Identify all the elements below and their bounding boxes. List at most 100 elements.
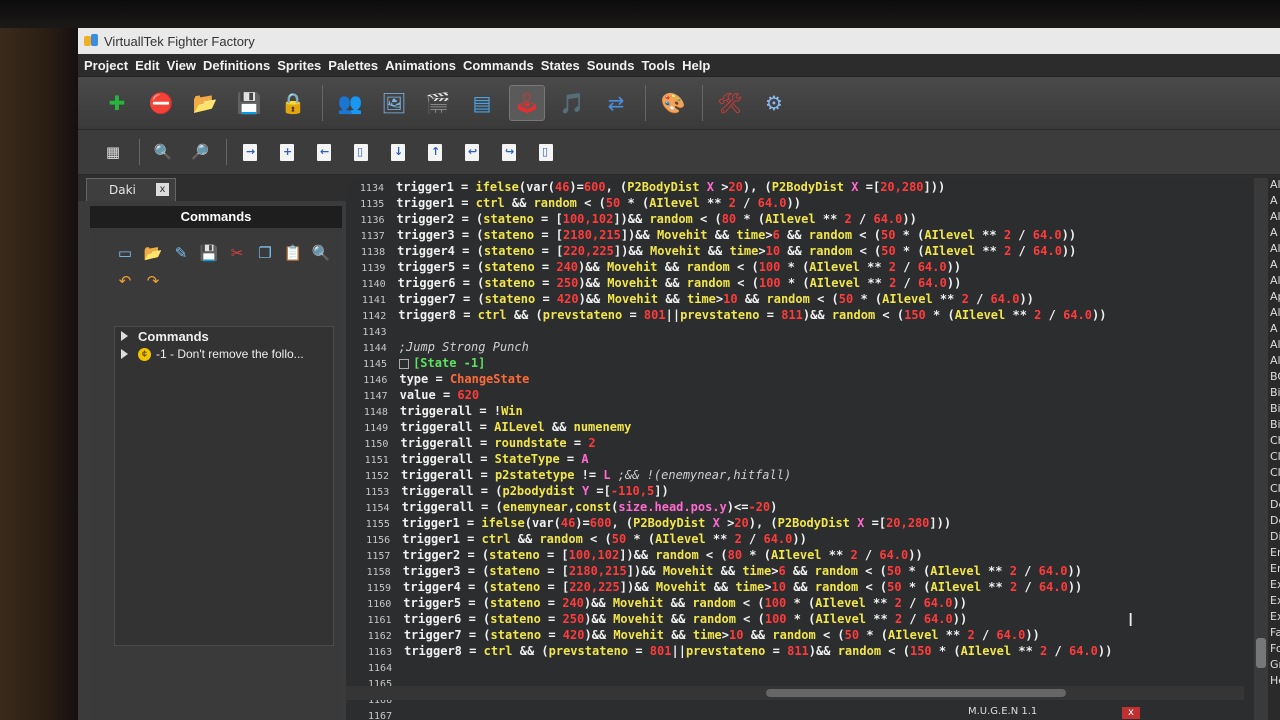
open-icon[interactable]: 📂 xyxy=(142,242,164,264)
horizontal-scroll-thumb[interactable] xyxy=(766,689,1066,697)
right-list-item[interactable]: Fa xyxy=(1268,626,1280,642)
animations-icon[interactable]: 🎬 xyxy=(421,86,455,120)
menu-definitions[interactable]: Definitions xyxy=(203,58,270,73)
horizontal-scrollbar[interactable] xyxy=(346,686,1244,700)
sprites-icon[interactable]: 🖼 xyxy=(377,86,411,120)
right-list-item[interactable]: Al xyxy=(1268,210,1280,226)
right-list-item[interactable]: He xyxy=(1268,674,1280,690)
cut-icon[interactable]: ✂ xyxy=(226,242,248,264)
right-list-item[interactable]: Exp xyxy=(1268,578,1280,594)
undo-icon[interactable]: ↶ xyxy=(114,270,136,292)
zoom-in-icon[interactable]: 🔍 xyxy=(150,139,176,165)
right-list-item[interactable]: Bir xyxy=(1268,418,1280,434)
doc-blank-icon[interactable]: ▯ xyxy=(533,139,559,165)
right-list-item[interactable]: A xyxy=(1268,258,1280,274)
right-list-item[interactable]: De xyxy=(1268,498,1280,514)
doc-arrow-icon[interactable]: → xyxy=(237,139,263,165)
doc-icon[interactable]: ▯ xyxy=(348,139,374,165)
new-icon[interactable]: ▭ xyxy=(114,242,136,264)
menu-project[interactable]: Project xyxy=(84,58,128,73)
right-list-item[interactable]: A xyxy=(1268,322,1280,338)
right-list-item[interactable]: Ch xyxy=(1268,434,1280,450)
characters-icon[interactable]: 👥 xyxy=(333,86,367,120)
vertical-scroll-thumb[interactable] xyxy=(1256,638,1266,668)
line-number: 1163 xyxy=(368,647,393,658)
menu-sprites[interactable]: Sprites xyxy=(277,58,321,73)
right-list-item[interactable]: BG xyxy=(1268,370,1280,386)
zoom-search-icon[interactable]: 🔎 xyxy=(187,139,213,165)
right-list-item[interactable]: Bir xyxy=(1268,386,1280,402)
doc-edit-icon[interactable]: ← xyxy=(311,139,337,165)
right-list-item[interactable]: De xyxy=(1268,514,1280,530)
find-icon[interactable]: 🔍 xyxy=(310,242,332,264)
fold-toggle-icon[interactable] xyxy=(399,358,410,369)
settings-icon[interactable]: ⚙ xyxy=(757,86,791,120)
right-list-item[interactable]: En xyxy=(1268,546,1280,562)
right-list-item[interactable]: Bir xyxy=(1268,402,1280,418)
doc-down-icon[interactable]: ↓ xyxy=(385,139,411,165)
menu-help[interactable]: Help xyxy=(682,58,710,73)
menu-palettes[interactable]: Palettes xyxy=(328,58,378,73)
right-list-item[interactable]: Al xyxy=(1268,178,1280,194)
right-list-item[interactable]: A xyxy=(1268,226,1280,242)
right-list-item[interactable]: Exp xyxy=(1268,594,1280,610)
sounds-icon[interactable]: 🎵 xyxy=(555,86,589,120)
remove-icon[interactable]: ⛔ xyxy=(144,86,178,120)
right-list-item[interactable]: En xyxy=(1268,562,1280,578)
states-icon[interactable]: ▤ xyxy=(465,86,499,120)
right-list-item[interactable]: Al xyxy=(1268,274,1280,290)
taskbar-item[interactable]: M.U.G.E.N 1.1 xyxy=(968,706,1037,720)
tree-item[interactable]: ¢ -1 - Don't remove the follo... xyxy=(115,345,333,363)
right-list-item[interactable]: Cl xyxy=(1268,482,1280,498)
copy-icon[interactable]: ❐ xyxy=(254,242,276,264)
right-list-item[interactable]: Cl xyxy=(1268,466,1280,482)
add-icon[interactable]: ✚ xyxy=(100,86,134,120)
menu-view[interactable]: View xyxy=(167,58,196,73)
doc-back-icon[interactable]: ↩ xyxy=(459,139,485,165)
expand-triangle-icon[interactable] xyxy=(121,349,128,359)
open-folder-icon[interactable]: 📂 xyxy=(188,86,222,120)
menu-tools[interactable]: Tools xyxy=(641,58,675,73)
right-list-item[interactable]: A xyxy=(1268,194,1280,210)
tools-icon[interactable]: 🛠 xyxy=(713,86,747,120)
window-title: VirtuallTek Fighter Factory xyxy=(104,33,255,49)
tree-item[interactable]: Commands xyxy=(115,327,333,345)
right-list-item[interactable]: Ap xyxy=(1268,290,1280,306)
right-list-item[interactable]: Al xyxy=(1268,306,1280,322)
right-list-item[interactable]: Cl xyxy=(1268,450,1280,466)
redo-icon[interactable]: ↷ xyxy=(142,270,164,292)
export-icon[interactable]: ⇄ xyxy=(599,86,633,120)
code-editor[interactable]: 1134 trigger1 = ifelse(var(46)=600, (P2Bo… xyxy=(346,178,1254,720)
paste-icon[interactable]: 📋 xyxy=(282,242,304,264)
menu-animations[interactable]: Animations xyxy=(385,58,456,73)
tab-daki[interactable]: Daki x xyxy=(86,178,176,201)
code-area[interactable]: 1134 trigger1 = ifelse(var(46)=600, (P2Bo… xyxy=(346,178,1254,720)
menu-edit[interactable]: Edit xyxy=(135,58,160,73)
right-list-item[interactable]: Gr xyxy=(1268,658,1280,674)
code-text: trigger1 = ctrl && random < (50 * (AIlev… xyxy=(396,196,801,210)
menu-sounds[interactable]: Sounds xyxy=(587,58,635,73)
expand-triangle-icon[interactable] xyxy=(121,331,128,341)
code-line: 1161 trigger6 = (stateno = 250)&& Movehit… xyxy=(354,612,967,628)
save-icon[interactable]: 💾 xyxy=(198,242,220,264)
doc-up-icon[interactable]: ↑ xyxy=(422,139,448,165)
right-list-item[interactable]: Fo xyxy=(1268,642,1280,658)
right-list-item[interactable]: Al xyxy=(1268,242,1280,258)
doc-fwd-icon[interactable]: ↪ xyxy=(496,139,522,165)
tab-close-icon[interactable]: x xyxy=(156,183,169,196)
right-list-item[interactable]: Dis xyxy=(1268,530,1280,546)
menu-states[interactable]: States xyxy=(541,58,580,73)
right-list-item[interactable]: Exp xyxy=(1268,610,1280,626)
commands-joystick-icon[interactable]: 🕹 xyxy=(509,85,545,121)
edit-icon[interactable]: ✎ xyxy=(170,242,192,264)
right-list-item[interactable]: Al xyxy=(1268,354,1280,370)
palette-icon[interactable]: 🎨 xyxy=(656,86,690,120)
lock-icon[interactable]: 🔒 xyxy=(276,86,310,120)
taskbar-close-icon[interactable]: x xyxy=(1122,707,1140,719)
vertical-scrollbar[interactable] xyxy=(1254,178,1268,720)
save-icon[interactable]: 💾 xyxy=(232,86,266,120)
calculator-icon[interactable]: ▦ xyxy=(100,139,126,165)
doc-plus-icon[interactable]: + xyxy=(274,139,300,165)
right-list-item[interactable]: Al xyxy=(1268,338,1280,354)
menu-commands[interactable]: Commands xyxy=(463,58,534,73)
